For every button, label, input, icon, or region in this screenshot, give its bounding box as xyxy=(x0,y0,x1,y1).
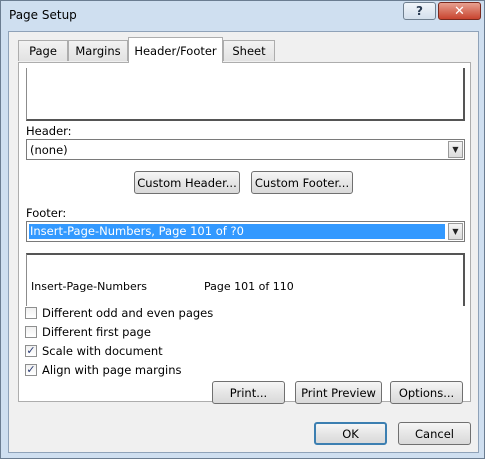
title-bar[interactable]: Page Setup ? ✕ xyxy=(1,1,484,31)
odd-even-checkbox[interactable] xyxy=(25,307,37,319)
header-dropdown[interactable]: (none) ▼ xyxy=(26,139,465,160)
page-setup-dialog: Page Setup ? ✕ Page Margins Header/Foote… xyxy=(0,0,485,459)
dialog-client-area: Page Margins Header/Footer Sheet Header:… xyxy=(8,31,479,453)
checkmark-icon: ✓ xyxy=(26,344,36,357)
cancel-button[interactable]: Cancel xyxy=(398,422,471,445)
footer-dropdown-value: Insert-Page-Numbers, Page 101 of ?0 xyxy=(29,224,445,239)
options-button[interactable]: Options... xyxy=(390,381,463,404)
custom-footer-button[interactable]: Custom Footer... xyxy=(251,171,353,194)
chevron-down-icon[interactable]: ▼ xyxy=(448,141,463,158)
tab-header-footer[interactable]: Header/Footer xyxy=(128,37,223,63)
print-preview-button[interactable]: Print Preview xyxy=(295,381,382,404)
odd-even-label[interactable]: Different odd and even pages xyxy=(42,306,213,320)
scale-document-checkbox[interactable]: ✓ xyxy=(25,345,37,357)
header-label: Header: xyxy=(26,124,72,138)
align-margins-label[interactable]: Align with page margins xyxy=(42,363,181,377)
help-icon: ? xyxy=(416,4,423,18)
tab-sheet[interactable]: Sheet xyxy=(223,40,275,61)
print-button[interactable]: Print... xyxy=(212,381,285,404)
footer-preview-left: Insert-Page-Numbers xyxy=(31,280,148,293)
chevron-down-icon[interactable]: ▼ xyxy=(448,223,463,240)
footer-label: Footer: xyxy=(26,206,67,220)
align-margins-checkbox[interactable]: ✓ xyxy=(25,364,37,376)
tab-margins[interactable]: Margins xyxy=(68,40,128,61)
custom-header-button[interactable]: Custom Header... xyxy=(134,171,240,194)
header-dropdown-value: (none) xyxy=(30,143,68,157)
first-page-checkbox[interactable] xyxy=(25,326,37,338)
close-icon: ✕ xyxy=(454,3,465,19)
checkmark-icon: ✓ xyxy=(26,363,36,376)
ok-button[interactable]: OK xyxy=(314,422,387,445)
footer-preview-center: Page 101 of 110 xyxy=(204,280,294,293)
close-button[interactable]: ✕ xyxy=(438,2,481,20)
window-title: Page Setup xyxy=(9,8,77,22)
footer-preview: Insert-Page-Numbers Page 101 of 110 xyxy=(26,253,465,306)
tab-page[interactable]: Page xyxy=(18,40,68,61)
scale-document-label[interactable]: Scale with document xyxy=(42,344,163,358)
help-button[interactable]: ? xyxy=(403,2,436,20)
first-page-label[interactable]: Different first page xyxy=(42,325,151,339)
header-preview xyxy=(26,68,465,121)
footer-dropdown[interactable]: Insert-Page-Numbers, Page 101 of ?0 ▼ xyxy=(26,221,465,242)
